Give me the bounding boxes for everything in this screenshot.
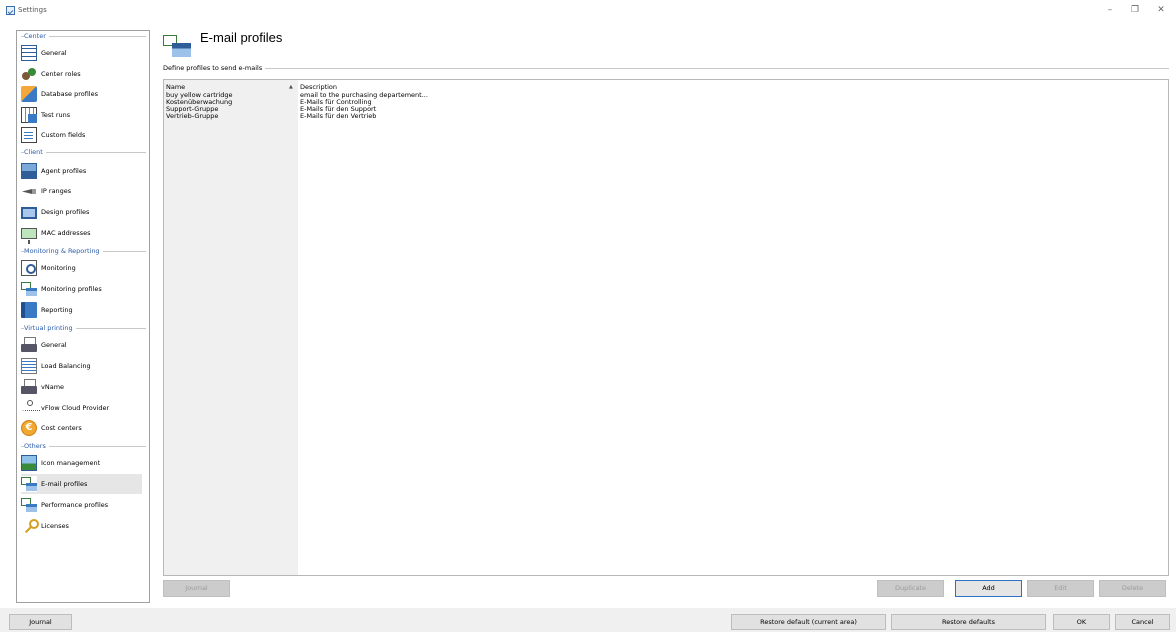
- sidebar-item-vflow-cloud-provider[interactable]: vFlow Cloud Provider: [21, 398, 142, 418]
- people-icon: [21, 66, 37, 82]
- close-button[interactable]: ✕: [1150, 3, 1172, 17]
- sidebar-item-cost-centers[interactable]: € Cost centers: [21, 418, 142, 438]
- sidebar-item-label: Licenses: [41, 522, 69, 530]
- settings-app-icon: [6, 6, 15, 15]
- sidebar-item-load-balancing[interactable]: Load Balancing: [21, 356, 142, 376]
- sidebar-item-general[interactable]: General: [21, 43, 142, 63]
- key-icon: [21, 518, 39, 534]
- sidebar-item-label: General: [41, 341, 67, 349]
- cancel-button[interactable]: Cancel: [1115, 614, 1170, 630]
- sidebar-item-label: Load Balancing: [41, 362, 91, 370]
- monitoring-profile-icon: [21, 281, 37, 297]
- grid-icon: [21, 45, 37, 61]
- edit-button[interactable]: Edit: [1027, 580, 1094, 597]
- section-title-others: Others: [24, 442, 49, 450]
- list-row[interactable]: Vertrieb-Gruppe E-Mails für den Vertrieb: [164, 112, 464, 120]
- sidebar-item-label: Database profiles: [41, 90, 98, 98]
- sidebar-item-center-roles[interactable]: Center roles: [21, 64, 142, 84]
- sidebar-item-icon-management[interactable]: Icon management: [21, 453, 142, 473]
- name-column-background: [164, 80, 298, 575]
- network-icon: [21, 400, 40, 416]
- sidebar-item-database-profiles[interactable]: Database profiles: [21, 84, 142, 104]
- document-icon: [21, 127, 37, 143]
- profile-name: Vertrieb-Gruppe: [166, 112, 219, 120]
- book-icon: [21, 302, 37, 318]
- restore-default-current-button[interactable]: Restore default (current area): [731, 614, 886, 630]
- profile-description: E-Mails für den Vertrieb: [300, 112, 377, 120]
- sidebar-item-label: vFlow Cloud Provider: [41, 404, 110, 412]
- email-profiles-list[interactable]: Name ▲ Description buy yellow cartridge …: [163, 79, 1169, 576]
- network-card-icon: [21, 227, 37, 244]
- sidebar-item-label: vName: [41, 383, 65, 391]
- sidebar-item-performance-profiles[interactable]: Performance profiles: [21, 495, 142, 515]
- sidebar-item-label: Reporting: [41, 306, 73, 314]
- section-title-virtual-printing: Virtual printing: [24, 324, 76, 332]
- printer-icon: [21, 337, 37, 353]
- sidebar-item-monitoring[interactable]: Monitoring: [21, 258, 142, 278]
- column-header-description[interactable]: Description: [300, 83, 337, 91]
- sort-ascending-icon: ▲: [289, 84, 293, 90]
- group-label: Define profiles to send e-mails: [163, 64, 266, 72]
- sidebar-item-custom-fields[interactable]: Custom fields: [21, 125, 142, 145]
- image-icon: [21, 455, 37, 471]
- sidebar-item-reporting[interactable]: Reporting: [21, 300, 142, 320]
- cable-icon: [21, 183, 37, 199]
- maximize-button[interactable]: ❐: [1124, 3, 1146, 17]
- delete-button[interactable]: Delete: [1099, 580, 1166, 597]
- sidebar-item-label: Center roles: [41, 70, 81, 78]
- title-bar: Settings – ❐ ✕: [0, 0, 1176, 22]
- performance-icon: [21, 497, 37, 513]
- sidebar-item-label: Agent profiles: [41, 167, 87, 175]
- agent-icon: [21, 163, 37, 179]
- sidebar-item-label: Custom fields: [41, 131, 86, 139]
- journal-button[interactable]: Journal: [9, 614, 72, 630]
- section-title-monitoring-reporting: Monitoring & Reporting: [24, 247, 103, 255]
- sidebar-item-label: Icon management: [41, 459, 101, 467]
- restore-defaults-button[interactable]: Restore defaults: [891, 614, 1046, 630]
- settings-navigation: Center General Center roles Database pro…: [16, 30, 150, 603]
- email-profile-icon: [21, 476, 37, 492]
- printer-icon: [21, 379, 37, 395]
- sidebar-item-licenses[interactable]: Licenses: [21, 516, 142, 536]
- sidebar-item-test-runs[interactable]: Test runs: [21, 105, 142, 125]
- monitoring-icon: [21, 260, 37, 276]
- monitor-icon: [21, 207, 37, 219]
- database-icon: [21, 86, 37, 102]
- sidebar-item-label: Design profiles: [41, 208, 90, 216]
- section-title-center: Center: [24, 32, 49, 40]
- sidebar-item-email-profiles[interactable]: E-mail profiles: [21, 474, 142, 494]
- sidebar-item-agent-profiles[interactable]: Agent profiles: [21, 161, 142, 181]
- sidebar-item-label: Monitoring: [41, 264, 76, 272]
- sidebar-item-monitoring-profiles[interactable]: Monitoring profiles: [21, 279, 142, 299]
- add-button[interactable]: Add: [955, 580, 1022, 597]
- ok-button[interactable]: OK: [1053, 614, 1110, 630]
- window-title: Settings: [18, 6, 47, 14]
- sidebar-item-ip-ranges[interactable]: IP ranges: [21, 181, 142, 201]
- sidebar-item-label: IP ranges: [41, 187, 72, 195]
- column-header-name[interactable]: Name: [166, 83, 185, 91]
- journal-button-disabled[interactable]: Journal: [163, 580, 230, 597]
- sidebar-item-label: General: [41, 49, 67, 57]
- duplicate-button[interactable]: Duplicate: [877, 580, 944, 597]
- sidebar-item-label: E-mail profiles: [41, 480, 88, 488]
- sidebar-item-label: MAC addresses: [41, 229, 91, 237]
- sidebar-item-mac-addresses[interactable]: MAC addresses: [21, 223, 142, 244]
- load-balancing-icon: [21, 358, 37, 374]
- minimize-button[interactable]: –: [1099, 3, 1121, 17]
- email-profile-icon: [163, 33, 191, 59]
- sidebar-item-label: Performance profiles: [41, 501, 109, 509]
- sidebar-item-label: Monitoring profiles: [41, 285, 102, 293]
- section-title-client: Client: [24, 148, 46, 156]
- sidebar-item-design-profiles[interactable]: Design profiles: [21, 202, 142, 222]
- group-divider: [264, 68, 1169, 69]
- sidebar-item-vname[interactable]: vName: [21, 377, 142, 397]
- sidebar-item-vp-general[interactable]: General: [21, 335, 142, 355]
- page-title: E-mail profiles: [200, 30, 283, 45]
- calendar-icon: [21, 107, 37, 123]
- sidebar-item-label: Cost centers: [41, 424, 82, 432]
- coin-icon: €: [21, 420, 37, 436]
- sidebar-item-label: Test runs: [41, 111, 71, 119]
